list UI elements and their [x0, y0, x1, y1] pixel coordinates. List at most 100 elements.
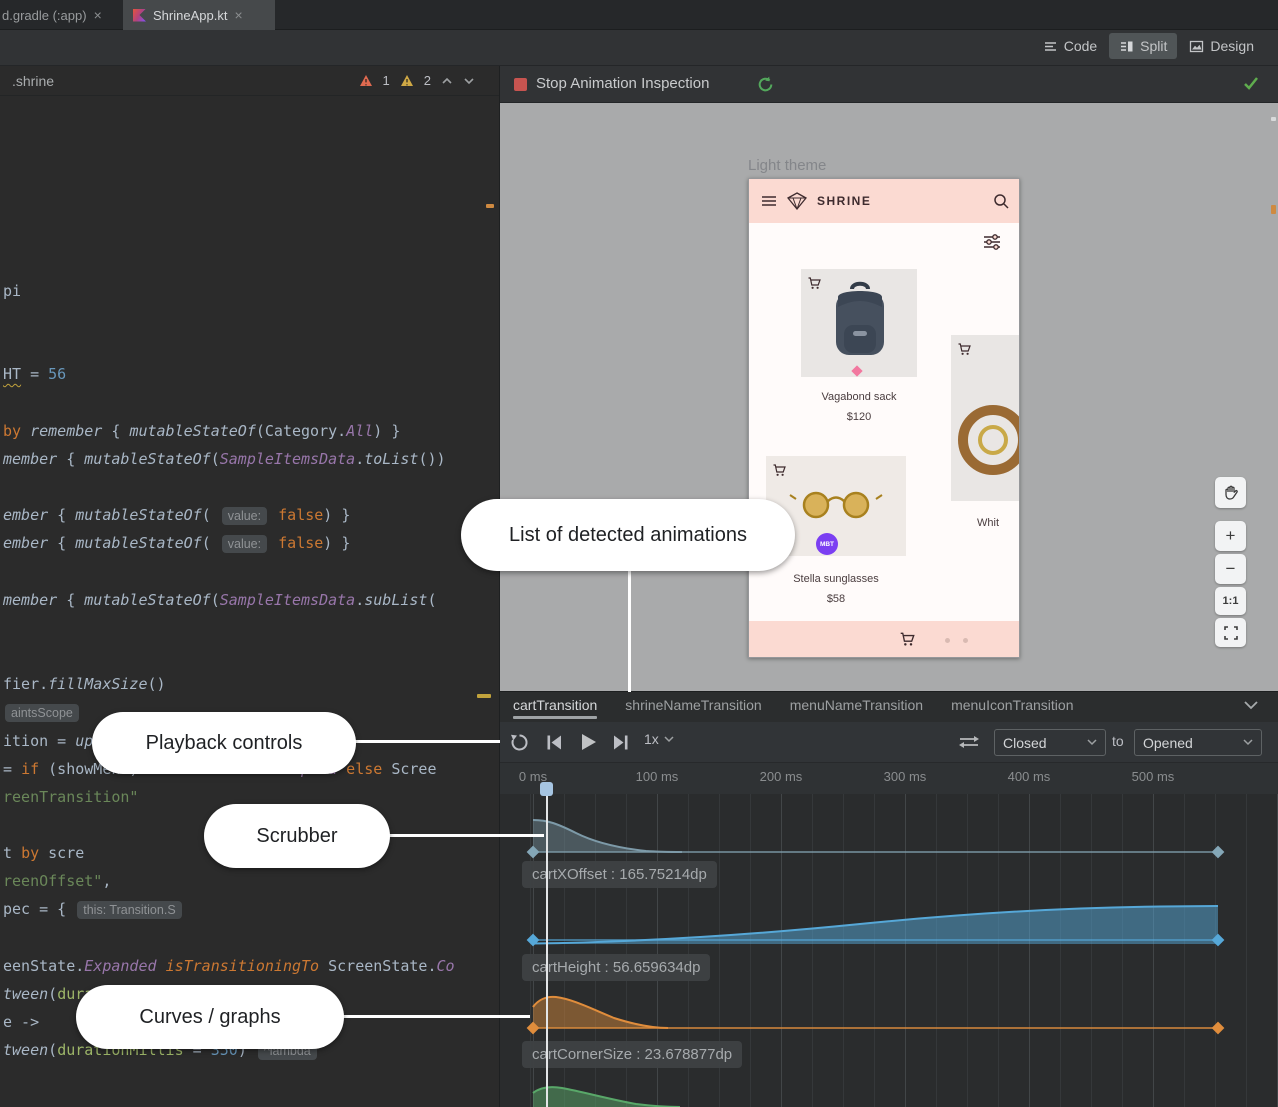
next-warning-icon[interactable]: [463, 76, 475, 86]
zoom-fit-button[interactable]: [1215, 618, 1246, 647]
kotlin-file-icon: [133, 9, 146, 22]
anim-tab-menuNameTransition[interactable]: menuNameTransition: [790, 691, 923, 722]
success-check-icon: [1242, 74, 1260, 92]
add-to-cart-icon[interactable]: [807, 276, 822, 291]
stop-icon[interactable]: [514, 78, 527, 91]
curve-label-cartXOffset: cartXOffset : 165.75214dp: [522, 861, 717, 888]
mode-code-button[interactable]: Code: [1033, 33, 1107, 59]
scrubber-handle[interactable]: [540, 782, 553, 796]
mode-design-button[interactable]: Design: [1179, 33, 1264, 59]
product-name: Stella sunglasses: [766, 573, 906, 585]
tab-shrineapp[interactable]: ShrineApp.kt ×: [123, 0, 275, 30]
tab-gradle[interactable]: d.gradle (:app) ×: [0, 0, 120, 30]
preview-theme-label: Light theme: [748, 157, 826, 174]
product-image-backpack[interactable]: [801, 269, 917, 377]
code-editor: .shrine 1 2 piHT = 56by remember { mutab…: [0, 66, 500, 1107]
skip-to-start-button[interactable]: [545, 734, 563, 751]
scrubber-line[interactable]: [546, 788, 548, 1107]
compose-preview-surface: Light theme SHRINE: [500, 103, 1278, 691]
stripe-mark[interactable]: [1271, 205, 1276, 214]
mode-code-label: Code: [1064, 38, 1097, 54]
search-icon[interactable]: [993, 193, 1009, 209]
code-line: e ->: [3, 1008, 39, 1036]
editor-header: .shrine 1 2: [0, 66, 499, 96]
view-mode-group: Code Split Design: [1033, 33, 1264, 59]
chevron-down-icon[interactable]: [1243, 699, 1259, 711]
close-icon[interactable]: ×: [94, 8, 102, 22]
playback-speed-dropdown[interactable]: 1x: [644, 731, 674, 747]
product-price: $120: [781, 411, 937, 423]
play-button[interactable]: [578, 732, 598, 752]
android-studio-window: d.gradle (:app) × ShrineApp.kt × Code Sp…: [0, 0, 1278, 1107]
tick-label: 400 ms: [984, 769, 1074, 784]
code-line: t by scre: [3, 839, 84, 867]
hand-icon: [1223, 485, 1239, 501]
add-to-cart-icon[interactable]: [957, 342, 972, 357]
code-line: member { mutableStateOf(SampleItemsData.…: [3, 445, 446, 473]
design-icon: [1189, 39, 1204, 54]
replay-button[interactable]: [509, 732, 530, 753]
zoom-actual-button[interactable]: 1:1: [1215, 587, 1246, 615]
tick-label: 0 ms: [488, 769, 578, 784]
code-line: by remember { mutableStateOf(Category.Al…: [3, 417, 400, 445]
sunglasses-illustration: [788, 489, 884, 523]
code-line: aintsScope: [3, 698, 81, 726]
zoom-out-button[interactable]: −: [1215, 554, 1246, 584]
filter-tune-icon[interactable]: [983, 233, 1001, 251]
error-triangle-icon: [359, 74, 373, 87]
code-line: fier.fillMaxSize(): [3, 670, 166, 698]
code-line: reenTransition": [3, 783, 138, 811]
stop-animation-label[interactable]: Stop Animation Inspection: [536, 75, 709, 92]
speed-value: 1x: [644, 731, 659, 747]
tab-shrineapp-label: ShrineApp.kt: [153, 8, 227, 23]
chevron-down-icon: [1243, 739, 1253, 746]
shrine-app-bar: SHRINE: [749, 179, 1020, 223]
indicator-dot: [963, 638, 968, 643]
cart-icon[interactable]: [899, 631, 916, 648]
warning-stripe-mark[interactable]: [477, 694, 491, 698]
cart-bottom-bar[interactable]: [749, 621, 1020, 658]
to-state-dropdown[interactable]: Opened: [1134, 729, 1262, 756]
code-line: ember { mutableStateOf( value: false) }: [3, 529, 350, 557]
warning-stripe-mark[interactable]: [486, 204, 494, 208]
fit-screen-icon: [1224, 626, 1238, 640]
anim-tab-cartTransition[interactable]: cartTransition: [513, 691, 597, 722]
pan-hand-button[interactable]: [1215, 477, 1246, 508]
warning-count: 2: [424, 73, 431, 88]
refresh-icon[interactable]: [756, 75, 775, 94]
product-name: Whit: [977, 517, 1020, 529]
animation-inspection-bar: Stop Animation Inspection: [500, 66, 1278, 103]
code-lines: piHT = 56by remember { mutableStateOf(Ca…: [0, 96, 486, 1107]
split-icon: [1119, 39, 1134, 54]
warning-triangle-icon: [400, 74, 414, 87]
skip-to-end-button[interactable]: [612, 734, 630, 751]
code-line: reenOffset",: [3, 867, 111, 895]
callout-playback-controls: Playback controls: [92, 712, 356, 774]
callout-connector: [386, 834, 544, 837]
tick-label: 500 ms: [1108, 769, 1198, 784]
close-icon[interactable]: ×: [234, 8, 242, 22]
swap-states-icon[interactable]: [958, 734, 980, 750]
from-state-dropdown[interactable]: Closed: [994, 729, 1106, 756]
zoom-in-button[interactable]: +: [1215, 521, 1246, 551]
code-line: pec = { this: Transition.S: [3, 895, 184, 923]
code-line: ember { mutableStateOf( value: false) }: [3, 501, 350, 529]
stripe-mark[interactable]: [1271, 117, 1276, 121]
shrine-app-preview: SHRINE: [748, 178, 1020, 658]
product-image-belt[interactable]: [951, 335, 1020, 501]
belt-illustration: [953, 385, 1020, 495]
mode-split-button[interactable]: Split: [1109, 33, 1177, 59]
mode-design-label: Design: [1210, 38, 1254, 54]
editor-tab-bar: d.gradle (:app) × ShrineApp.kt ×: [0, 0, 1278, 30]
add-to-cart-icon[interactable]: [772, 463, 787, 478]
breadcrumb[interactable]: .shrine: [12, 73, 54, 89]
error-count: 1: [383, 73, 390, 88]
anim-tab-shrineNameTransition[interactable]: shrineNameTransition: [625, 691, 761, 722]
backpack-illustration: [824, 281, 896, 367]
menu-icon[interactable]: [761, 195, 777, 207]
chevron-down-icon: [664, 736, 674, 743]
prev-warning-icon[interactable]: [441, 76, 453, 86]
anim-tab-menuIconTransition[interactable]: menuIconTransition: [951, 691, 1073, 722]
curve-label-cartHeight: cartHeight : 56.659634dp: [522, 954, 710, 981]
curve-label-cartCornerSize: cartCornerSize : 23.678877dp: [522, 1041, 742, 1068]
